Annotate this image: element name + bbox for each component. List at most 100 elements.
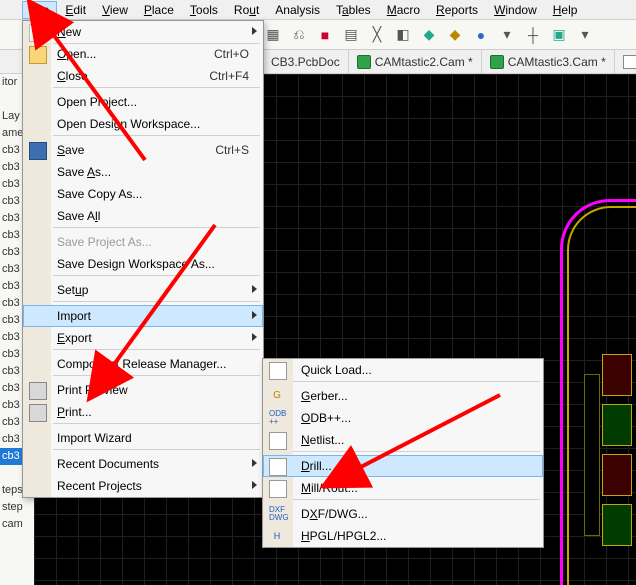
submenu-arrow-icon bbox=[252, 27, 257, 35]
drill-icon bbox=[269, 458, 287, 476]
toolbar-btn-6[interactable]: ◧ bbox=[392, 24, 414, 46]
altium-icon bbox=[490, 55, 504, 69]
tab-label: CAMtastic2.Cam * bbox=[375, 55, 473, 69]
menuitem-quick-load[interactable]: Quick Load... bbox=[263, 359, 543, 381]
menu-route[interactable]: Rout bbox=[226, 1, 267, 19]
menuitem-save-workspace-as[interactable]: Save Design Workspace As... bbox=[23, 253, 263, 275]
menubar: File Edit View Place Tools Rout Analysis… bbox=[0, 0, 636, 20]
menuitem-open-workspace[interactable]: Open Design Workspace... bbox=[23, 113, 263, 135]
menu-place[interactable]: Place bbox=[136, 1, 182, 19]
menu-window[interactable]: Window bbox=[486, 1, 545, 19]
tab-label: CAMtastic3.Cam * bbox=[508, 55, 606, 69]
file-icon bbox=[623, 55, 636, 69]
toolbar-btn-12[interactable]: ▣ bbox=[548, 24, 570, 46]
tab-log[interactable]: Log_201 bbox=[614, 50, 636, 73]
menuitem-netlist[interactable]: Netlist... bbox=[263, 429, 543, 451]
gerber-icon: G bbox=[269, 388, 285, 404]
menuitem-label: Recent Projects bbox=[57, 479, 142, 493]
menuitem-print[interactable]: Print... bbox=[23, 401, 263, 423]
tab-cam2[interactable]: CAMtastic2.Cam * bbox=[348, 50, 481, 73]
menu-help[interactable]: Help bbox=[545, 1, 586, 19]
open-icon bbox=[29, 46, 47, 64]
shortcut-label: Ctrl+S bbox=[215, 139, 249, 161]
shortcut-label: Ctrl+O bbox=[214, 43, 249, 65]
pcb-component bbox=[584, 374, 600, 536]
tab-pcbdoc[interactable]: CB3.PcbDoc bbox=[262, 50, 348, 73]
menuitem-save-as[interactable]: Save As... bbox=[23, 161, 263, 183]
menuitem-save-copy-as[interactable]: Save Copy As... bbox=[23, 183, 263, 205]
millrout-icon bbox=[269, 480, 287, 498]
toolbar-btn-13[interactable]: ▾ bbox=[574, 24, 596, 46]
toolbar-btn-7[interactable]: ◆ bbox=[418, 24, 440, 46]
quickload-icon bbox=[269, 362, 287, 380]
submenu-arrow-icon bbox=[252, 311, 257, 319]
menuitem-label: Print Preview bbox=[57, 383, 128, 397]
toolbar-btn-10[interactable]: ▾ bbox=[496, 24, 518, 46]
menuitem-save-all[interactable]: Save All bbox=[23, 205, 263, 227]
tab-cam3[interactable]: CAMtastic3.Cam * bbox=[481, 50, 614, 73]
menuitem-import-wizard[interactable]: Import Wizard bbox=[23, 427, 263, 449]
pcb-component bbox=[602, 454, 632, 496]
menuitem-recent-projects[interactable]: Recent Projects bbox=[23, 475, 263, 497]
menu-tables[interactable]: Tables bbox=[328, 1, 379, 19]
menuitem-gerber[interactable]: G Gerber... bbox=[263, 385, 543, 407]
menu-macro[interactable]: Macro bbox=[379, 1, 428, 19]
submenu-arrow-icon bbox=[252, 285, 257, 293]
menuitem-millrout[interactable]: Mill/Rout... bbox=[263, 477, 543, 499]
pcb-component bbox=[602, 354, 632, 396]
menuitem-label: Quick Load... bbox=[301, 363, 372, 377]
menuitem-new[interactable]: New bbox=[23, 21, 263, 43]
toolbar-btn-5[interactable]: ╳ bbox=[366, 24, 388, 46]
toolbar-btn-2[interactable]: ⎌ bbox=[288, 24, 310, 46]
altium-icon bbox=[357, 55, 371, 69]
menuitem-label: Import bbox=[57, 309, 91, 323]
menuitem-label: Recent Documents bbox=[57, 457, 159, 471]
menu-tools[interactable]: Tools bbox=[182, 1, 226, 19]
netlist-icon bbox=[269, 432, 287, 450]
menuitem-open[interactable]: Open...Ctrl+O bbox=[23, 43, 263, 65]
menuitem-import[interactable]: Import bbox=[23, 305, 263, 327]
menu-view[interactable]: View bbox=[94, 1, 136, 19]
menuitem-dxf[interactable]: DXFDWG DXF/DWG... bbox=[263, 503, 543, 525]
pcb-component bbox=[602, 504, 632, 546]
menuitem-export[interactable]: Export bbox=[23, 327, 263, 349]
hpgl-icon: H bbox=[269, 528, 285, 544]
menuitem-recent-docs[interactable]: Recent Documents bbox=[23, 453, 263, 475]
toolbar-btn-11[interactable]: ┼ bbox=[522, 24, 544, 46]
menu-edit[interactable]: Edit bbox=[57, 1, 94, 19]
menu-analysis[interactable]: Analysis bbox=[267, 1, 328, 19]
submenu-arrow-icon bbox=[252, 333, 257, 341]
import-submenu: Quick Load... G Gerber... ODB++ ODB++...… bbox=[262, 358, 544, 548]
tab-label: CB3.PcbDoc bbox=[271, 55, 340, 69]
toolbar-btn-3[interactable]: ■ bbox=[314, 24, 336, 46]
dxf-icon: DXFDWG bbox=[269, 506, 285, 522]
toolbar-btn-9[interactable]: ● bbox=[470, 24, 492, 46]
menuitem-save[interactable]: SaveCtrl+S bbox=[23, 139, 263, 161]
menu-reports[interactable]: Reports bbox=[428, 1, 486, 19]
menu-file[interactable]: File bbox=[22, 1, 57, 19]
toolbar-btn-4[interactable]: ▤ bbox=[340, 24, 362, 46]
toolbar-btn-8[interactable]: ◆ bbox=[444, 24, 466, 46]
menuitem-save-project-as: Save Project As... bbox=[23, 231, 263, 253]
menuitem-drill[interactable]: Drill... bbox=[263, 455, 543, 477]
print-icon bbox=[29, 404, 47, 422]
submenu-arrow-icon bbox=[252, 481, 257, 489]
toolbar-btn-1[interactable]: ▦ bbox=[262, 24, 284, 46]
layer-row[interactable]: cam bbox=[0, 516, 34, 533]
new-icon bbox=[29, 24, 47, 42]
file-menu-dropdown: New Open...Ctrl+O CloseCtrl+F4 Open Proj… bbox=[22, 20, 264, 498]
odb-icon: ODB++ bbox=[269, 410, 285, 426]
menuitem-odb[interactable]: ODB++ ODB++... bbox=[263, 407, 543, 429]
layer-row[interactable]: step bbox=[0, 499, 34, 516]
menuitem-print-preview[interactable]: Print Preview bbox=[23, 379, 263, 401]
print-preview-icon bbox=[29, 382, 47, 400]
save-icon bbox=[29, 142, 47, 160]
menuitem-open-project[interactable]: Open Project... bbox=[23, 91, 263, 113]
pcb-component bbox=[602, 404, 632, 446]
submenu-arrow-icon bbox=[252, 459, 257, 467]
shortcut-label: Ctrl+F4 bbox=[209, 65, 249, 87]
menuitem-setup[interactable]: Setup bbox=[23, 279, 263, 301]
menuitem-crm[interactable]: Component Release Manager... bbox=[23, 353, 263, 375]
menuitem-close[interactable]: CloseCtrl+F4 bbox=[23, 65, 263, 87]
menuitem-hpgl[interactable]: H HPGL/HPGL2... bbox=[263, 525, 543, 547]
